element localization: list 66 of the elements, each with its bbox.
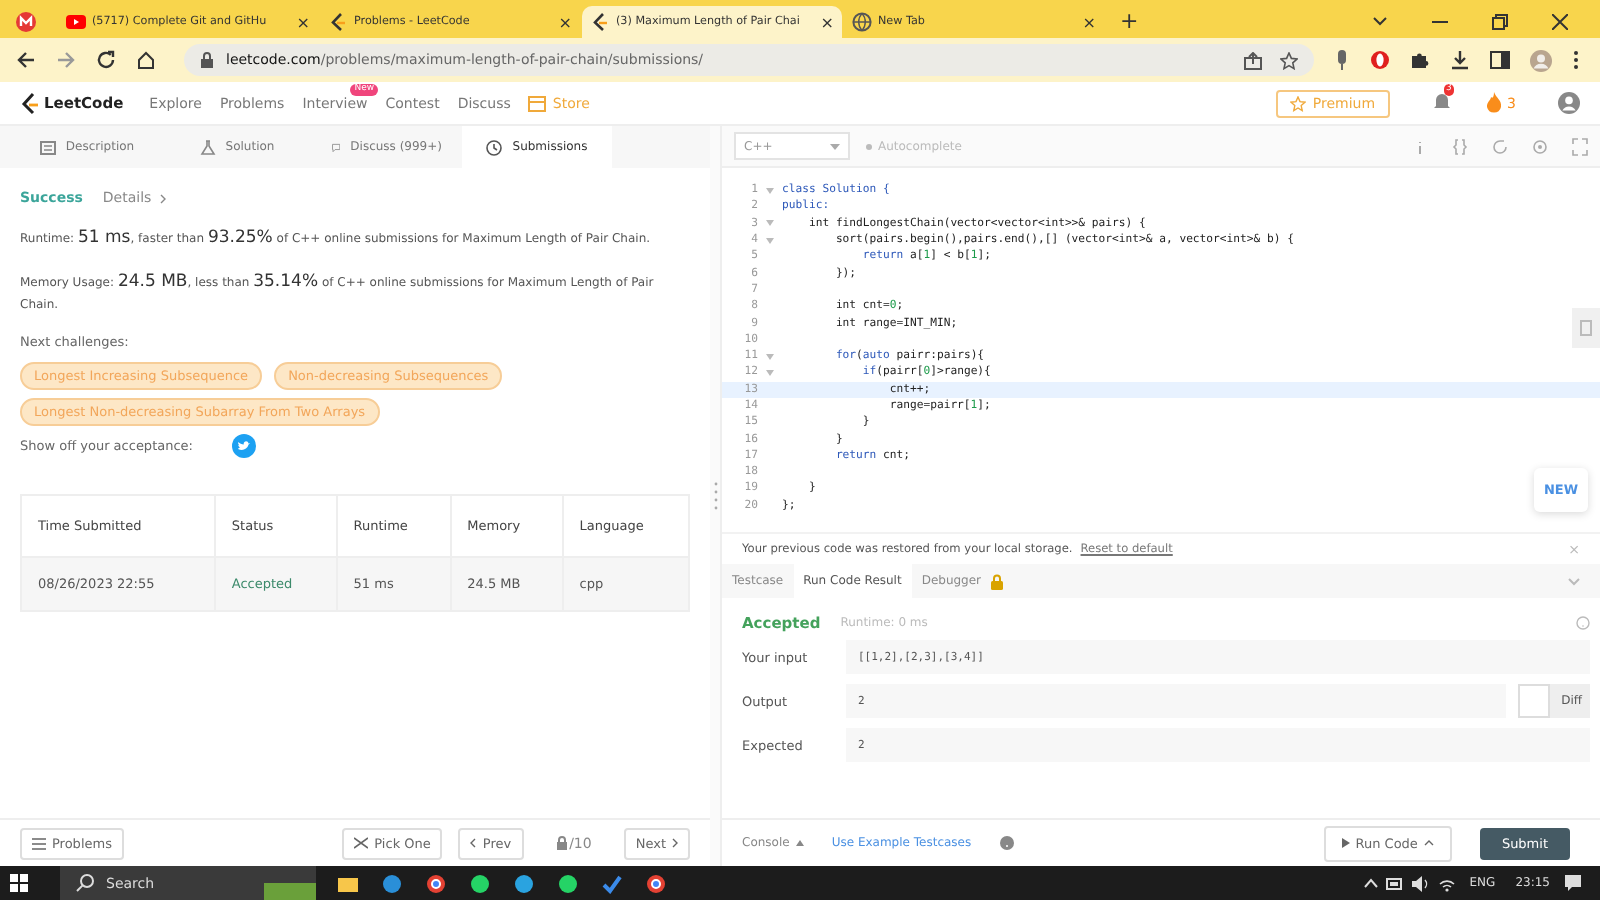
lock-icon [200, 52, 214, 68]
chrome-icon[interactable] [646, 873, 666, 893]
padlock-icon [989, 573, 1004, 589]
dot-icon [866, 143, 872, 149]
close-button[interactable]: × [1082, 13, 1096, 31]
forward-icon[interactable] [56, 50, 76, 70]
bell-icon[interactable] [1431, 90, 1452, 112]
star-icon[interactable] [1280, 51, 1298, 69]
chevron-down-icon[interactable] [1372, 16, 1388, 28]
user-icon[interactable] [1558, 92, 1580, 114]
sidebar-icon[interactable] [1490, 50, 1510, 70]
battery-icon[interactable] [1385, 877, 1404, 889]
share-icon[interactable] [1244, 51, 1262, 69]
new-tab-button[interactable]: + [1106, 6, 1153, 38]
microphone-icon[interactable] [1334, 50, 1350, 70]
logo-icon [328, 12, 348, 32]
shuffle-icon [354, 836, 369, 850]
bird-icon[interactable] [232, 434, 257, 458]
close-icon[interactable] [1552, 14, 1568, 30]
chat-icon[interactable] [558, 873, 578, 893]
wifi-icon[interactable] [1437, 875, 1456, 891]
chevron-right-icon [672, 838, 678, 848]
chevron-right-icon [159, 193, 166, 203]
windows-icon[interactable] [10, 874, 28, 892]
check-icon[interactable] [602, 873, 622, 893]
play-icon [66, 12, 86, 32]
play-icon [1341, 838, 1350, 848]
clock-icon [486, 139, 503, 155]
star-icon [1290, 95, 1307, 111]
close-button[interactable]: × [820, 13, 834, 31]
restore-icon[interactable] [1492, 14, 1508, 30]
help-icon[interactable] [999, 836, 1014, 850]
chat-icon[interactable] [470, 873, 490, 893]
chevron-up-icon [1423, 840, 1434, 846]
globe-icon [852, 12, 872, 32]
logo-icon [590, 12, 610, 32]
close-button[interactable]: × [558, 13, 572, 31]
opera-icon[interactable] [1370, 50, 1390, 70]
caret-icon [830, 143, 840, 149]
minimize-icon[interactable] [1432, 16, 1448, 28]
panel-icon [1580, 320, 1592, 336]
puzzle-icon[interactable] [1410, 50, 1430, 70]
chrome-icon[interactable] [426, 873, 446, 893]
notification-icon[interactable] [1564, 874, 1582, 892]
logo-icon[interactable] [20, 91, 40, 115]
lock-icon [555, 836, 568, 850]
store-icon [528, 94, 547, 112]
reload-icon[interactable] [96, 50, 116, 70]
document-icon [39, 139, 56, 155]
list-icon [32, 837, 46, 849]
caret-up-icon [795, 840, 804, 846]
chevron-up-icon[interactable] [1363, 878, 1378, 888]
mail-icon [16, 12, 36, 32]
chat-icon [332, 139, 341, 155]
search-icon [76, 874, 94, 892]
download-icon[interactable] [1450, 50, 1470, 70]
paper-plane-icon[interactable] [514, 873, 534, 893]
speaker-icon[interactable] [1411, 875, 1430, 891]
home-icon[interactable] [136, 50, 156, 70]
more-icon[interactable] [1572, 50, 1580, 70]
chevron-left-icon [470, 838, 477, 848]
browser-icon[interactable] [382, 873, 402, 893]
folder-icon[interactable] [338, 873, 358, 893]
close-button[interactable]: × [296, 13, 310, 31]
back-icon[interactable] [16, 50, 36, 70]
flask-icon [199, 139, 216, 155]
